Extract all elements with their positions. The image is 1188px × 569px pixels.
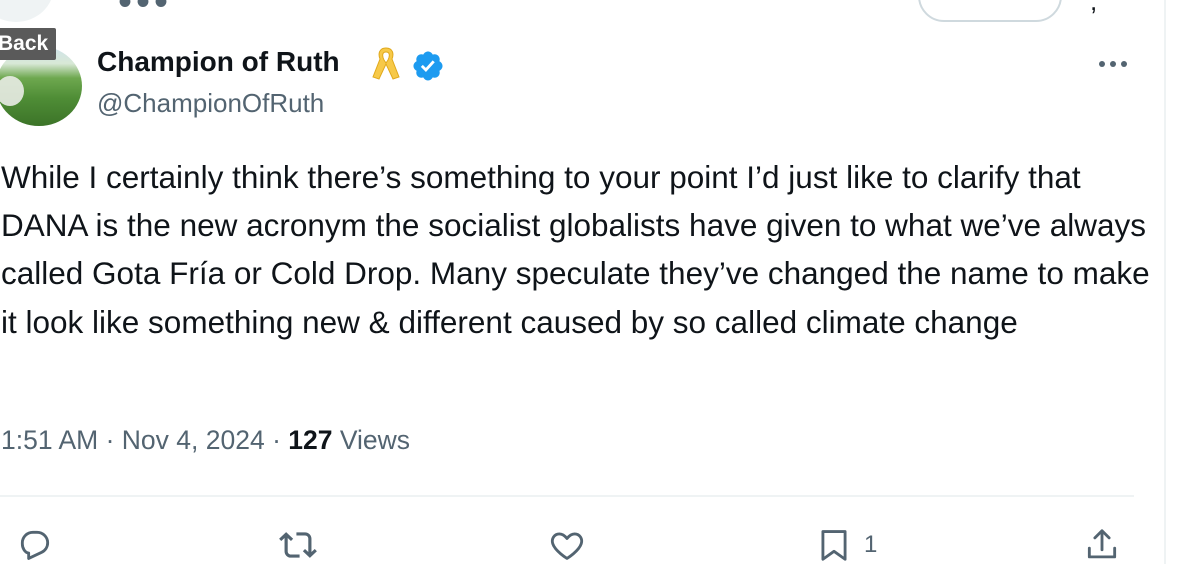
retweet-icon xyxy=(279,532,317,558)
verified-badge-icon[interactable] xyxy=(411,49,445,83)
tweet-metadata: 1:51 AM · Nov 4, 2024 · 127 Views xyxy=(1,425,410,456)
like-button[interactable] xyxy=(548,526,586,566)
yellow-ribbon-icon xyxy=(372,47,400,80)
action-divider xyxy=(0,495,1134,497)
bookmark-icon xyxy=(821,530,847,561)
bookmark-count: 1 xyxy=(864,531,878,558)
more-options-icon[interactable] xyxy=(1096,52,1130,76)
share-button[interactable] xyxy=(1083,526,1121,566)
top-more-dots: ••• xyxy=(118,0,173,24)
top-cutoff-glyph: , xyxy=(1090,0,1098,16)
meta-separator-2: · xyxy=(264,425,289,455)
retweet-button[interactable] xyxy=(279,526,317,566)
reply-icon xyxy=(20,530,50,560)
tweet-text: While I certainly think there’s somethin… xyxy=(1,159,1150,340)
share-icon xyxy=(1087,529,1117,559)
back-button-circle[interactable] xyxy=(0,0,54,22)
bookmark-button[interactable] xyxy=(815,526,853,566)
meta-separator: · xyxy=(98,425,122,455)
column-border xyxy=(1164,0,1166,564)
top-action-pill-button[interactable] xyxy=(918,0,1062,22)
reply-button[interactable] xyxy=(16,526,54,566)
views-label: Views xyxy=(332,425,411,455)
tweet-time[interactable]: 1:51 AM xyxy=(1,425,98,455)
views-count: 127 xyxy=(288,425,333,455)
tweet-date[interactable]: Nov 4, 2024 xyxy=(122,425,265,455)
author-handle[interactable]: @ChampionOfRuth xyxy=(97,88,324,119)
heart-icon xyxy=(550,532,584,560)
back-label[interactable]: Back xyxy=(0,28,56,60)
author-display-name[interactable]: Champion of Ruth xyxy=(97,46,340,78)
avatar-figure xyxy=(0,76,24,106)
